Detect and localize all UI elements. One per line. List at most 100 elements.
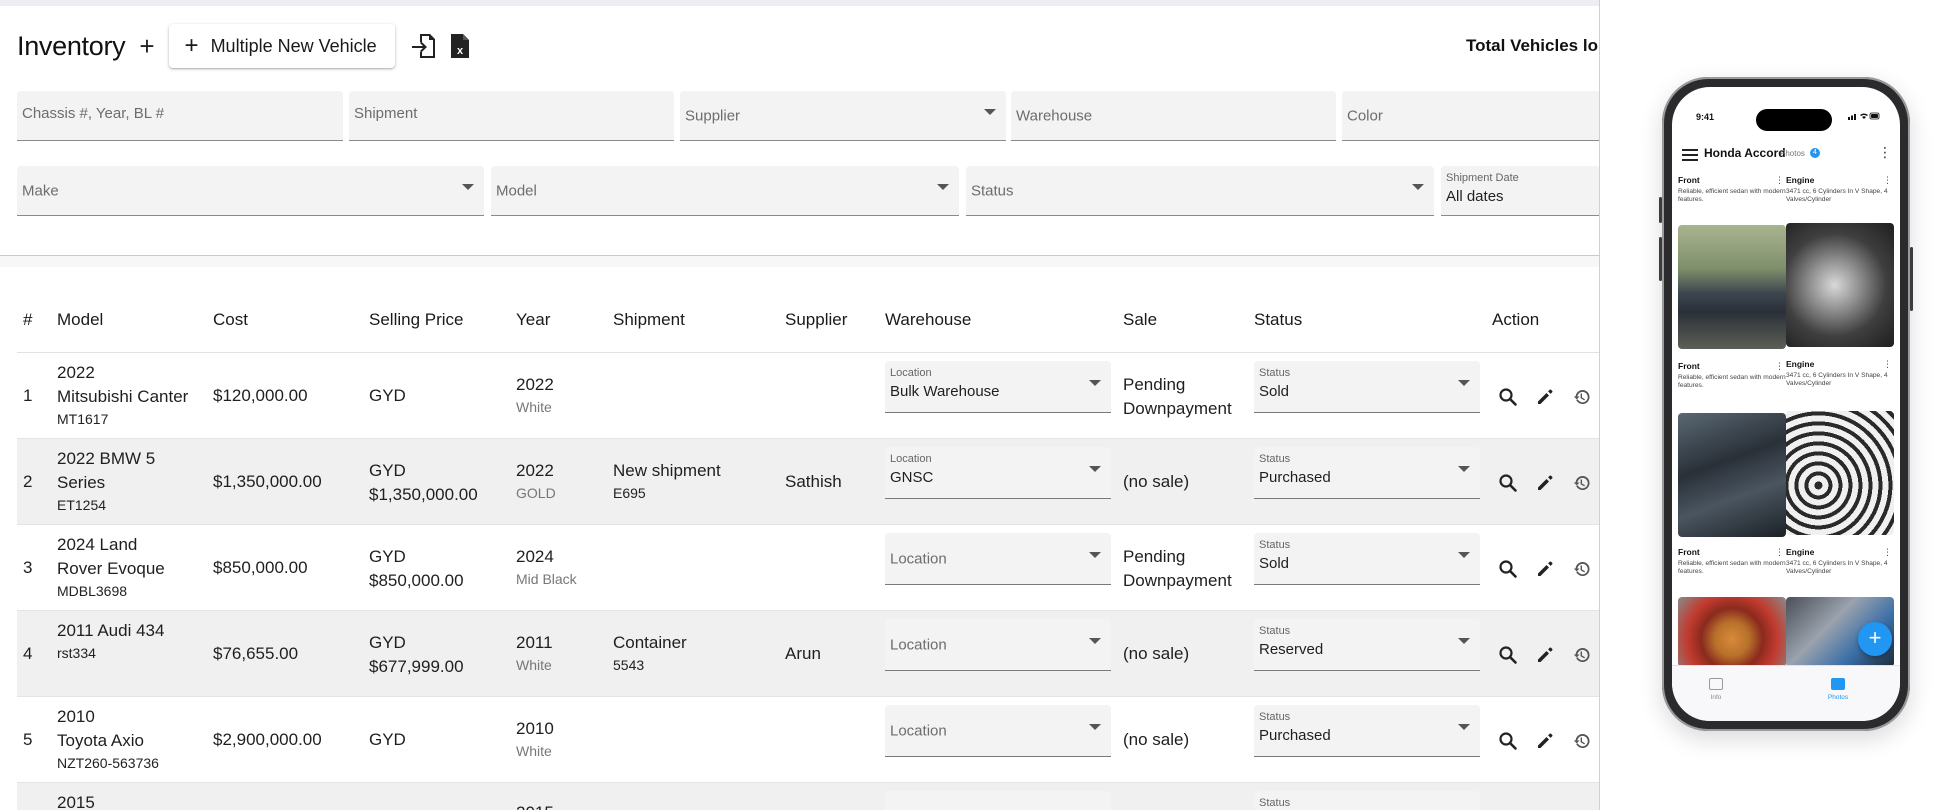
add-vehicle-button[interactable]: + (139, 33, 154, 59)
photo-thumbnail[interactable] (1786, 411, 1894, 535)
location-select[interactable]: Location (885, 533, 1111, 585)
location-select[interactable]: Location (885, 619, 1111, 671)
supplier-placeholder: Supplier (685, 107, 741, 124)
search-icon[interactable] (1495, 470, 1521, 496)
year-value: 2010 (516, 719, 554, 738)
supplier-select[interactable]: Supplier (680, 91, 1006, 141)
model-select[interactable]: Model (491, 166, 959, 216)
add-photo-button[interactable]: + (1858, 622, 1892, 656)
photo-card[interactable]: Front Reliable, efficient sedan with mode… (1678, 361, 1786, 390)
photo-card-title: Engine (1786, 175, 1815, 185)
more-vert-icon[interactable]: ⋮ (1775, 547, 1784, 558)
excel-export-icon[interactable]: x (445, 30, 475, 62)
location-select[interactable]: Location GNSC (885, 447, 1111, 499)
nav-photos-label: Photos (1827, 694, 1849, 701)
table-row: 5 2010 Toyota Axio NZT260-563736 $2,900,000.… (17, 697, 1600, 783)
history-icon[interactable] (1569, 642, 1595, 668)
status-value: Purchased (1259, 727, 1331, 744)
edit-icon[interactable] (1532, 384, 1558, 410)
make-select[interactable]: Make (17, 166, 484, 216)
col-action: Action (1492, 310, 1540, 329)
menu-icon[interactable] (1682, 149, 1698, 161)
shipment-filter-input[interactable]: Shipment (349, 91, 674, 141)
edit-icon[interactable] (1532, 642, 1558, 668)
sale-cell: Pending Downpayment (1123, 373, 1249, 421)
year-cell: 2010 White (516, 717, 554, 761)
more-vert-icon[interactable]: ⋮ (1883, 175, 1892, 186)
search-icon[interactable] (1495, 728, 1521, 754)
photo-card[interactable]: Engine 3471 cc, 6 Cylinders In V Shape, 4… (1786, 359, 1894, 388)
color-filter-input[interactable]: Color (1342, 91, 1600, 141)
selling-price-currency: GYD (369, 633, 406, 652)
chevron-down-icon (1089, 723, 1101, 730)
chassis-search-input[interactable]: Chassis #, Year, BL # (17, 91, 343, 141)
more-vert-icon[interactable]: ⋮ (1775, 175, 1784, 186)
status-select[interactable]: Status (1254, 791, 1480, 810)
photo-thumbnail[interactable] (1678, 225, 1786, 349)
shipment-date-select[interactable]: Shipment Date All dates (1441, 166, 1600, 216)
shipment-placeholder: Shipment (354, 105, 418, 122)
photo-card-title: Engine (1786, 359, 1815, 369)
history-icon[interactable] (1569, 728, 1595, 754)
status-label: Status (1259, 711, 1291, 723)
file-import-icon[interactable] (409, 30, 439, 62)
color-value: White (516, 743, 552, 759)
history-icon[interactable] (1569, 470, 1595, 496)
table-header: # Model Cost Selling Price Year Shipment… (17, 290, 1600, 353)
photo-thumbnail[interactable] (1678, 597, 1786, 667)
status-select[interactable]: Status Reserved (1254, 619, 1480, 671)
more-vert-icon[interactable]: ⋮ (1775, 361, 1784, 372)
nav-photos[interactable]: Photos (1808, 678, 1868, 701)
edit-icon[interactable] (1532, 470, 1558, 496)
selling-price-cell: GYD $677,999.00 (369, 631, 504, 679)
chevron-down-icon (1089, 379, 1101, 386)
phone-app-bar: Honda Accord Photos 4 ⋮ (1672, 139, 1900, 171)
col-cost: Cost (213, 310, 248, 329)
col-selling-price: Selling Price (369, 310, 464, 329)
year-value: 2022 (516, 461, 554, 480)
edit-icon[interactable] (1532, 728, 1558, 754)
edit-icon[interactable] (1532, 556, 1558, 582)
more-vert-icon[interactable]: ⋮ (1883, 547, 1892, 558)
status-select[interactable]: Status Sold (1254, 361, 1480, 413)
photo-card[interactable]: Engine 3471 cc, 6 Cylinders In V Shape, 4… (1786, 175, 1894, 204)
photo-card[interactable]: Front Reliable, efficient sedan with mode… (1678, 175, 1786, 204)
status-select[interactable]: Status (966, 166, 1434, 216)
photo-card[interactable]: Engine 3471 cc, 6 Cylinders In V Shape, 4… (1786, 547, 1894, 576)
more-vert-icon[interactable]: ⋮ (1878, 144, 1892, 161)
multiple-new-vehicle-button[interactable]: + Multiple New Vehicle (168, 24, 395, 68)
search-icon[interactable] (1495, 642, 1521, 668)
photo-card[interactable]: Front Reliable, efficient sedan with mode… (1678, 547, 1786, 576)
nav-info[interactable]: Info (1686, 678, 1746, 701)
photo-card-description: Reliable, efficient sedan with modern fe… (1678, 188, 1786, 203)
status-select[interactable]: Status Purchased (1254, 705, 1480, 757)
selling-price-currency: GYD (369, 461, 406, 480)
sale-line2: Downpayment (1123, 571, 1232, 590)
photo-thumbnail[interactable] (1678, 413, 1786, 537)
phone-screen: 9:41 Honda Accord Photos 4 ⋮ Front Reliab… (1672, 87, 1900, 721)
dynamic-island (1756, 109, 1832, 131)
col-year: Year (516, 310, 551, 329)
location-placeholder: Location (890, 550, 947, 567)
photo-card-title: Engine (1786, 547, 1815, 557)
search-icon[interactable] (1495, 384, 1521, 410)
vehicle-title: Honda Accord (1704, 146, 1786, 160)
photos-tab-label[interactable]: Photos (1780, 149, 1805, 158)
history-icon[interactable] (1569, 384, 1595, 410)
more-vert-icon[interactable]: ⋮ (1883, 359, 1892, 370)
photo-thumbnail[interactable] (1786, 223, 1894, 347)
color-value: White (516, 399, 552, 415)
location-select[interactable]: Location (885, 705, 1111, 757)
location-label: Location (890, 453, 932, 465)
col-model: Model (57, 310, 104, 329)
history-icon[interactable] (1569, 556, 1595, 582)
location-select[interactable]: Location Bulk Warehouse (885, 361, 1111, 413)
chevron-down-icon (1458, 465, 1470, 472)
warehouse-filter-input[interactable]: Warehouse (1011, 91, 1336, 141)
chevron-down-icon (1458, 637, 1470, 644)
row-number: 1 (23, 386, 33, 405)
status-select[interactable]: Status Sold (1254, 533, 1480, 585)
status-select[interactable]: Status Purchased (1254, 447, 1480, 499)
search-icon[interactable] (1495, 556, 1521, 582)
location-select[interactable]: Location (885, 791, 1111, 810)
